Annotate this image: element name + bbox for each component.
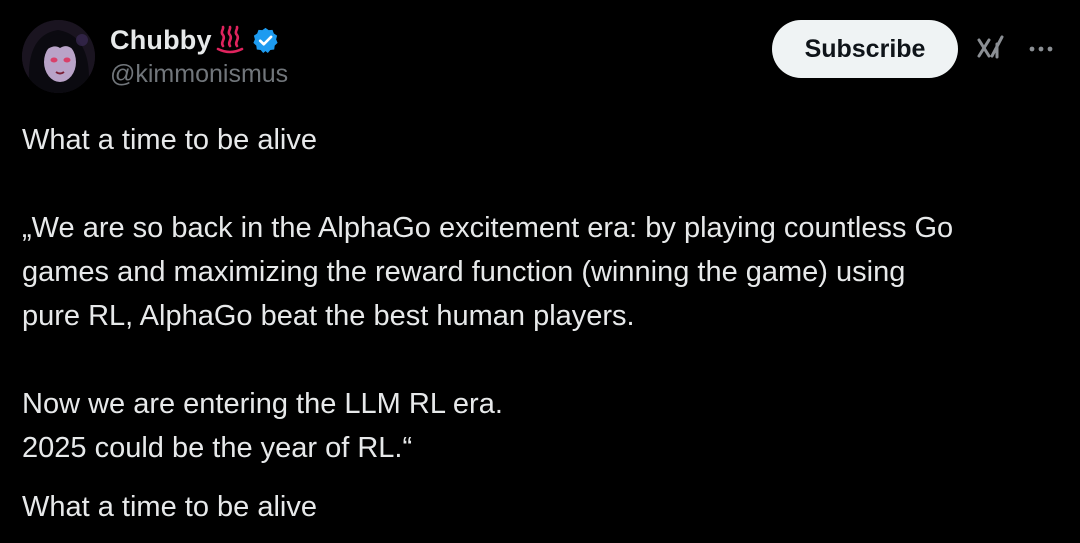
display-name[interactable]: Chubby	[110, 25, 212, 56]
avatar[interactable]	[22, 20, 95, 93]
handle[interactable]: @kimmonismus	[110, 60, 288, 89]
subscribe-button[interactable]: Subscribe	[772, 20, 958, 78]
quote-line-3: pure RL, AlphaGo beat the best human pla…	[22, 300, 635, 332]
verified-badge-icon[interactable]	[251, 26, 280, 55]
tweet-line-1: What a time to be alive	[22, 124, 317, 156]
author-block: Chubby @kimmonismus	[110, 22, 288, 89]
quote-line-4: Now we are entering the LLM RL era.	[22, 388, 503, 420]
quote-line-1: „We are so back in the AlphaGo excitemen…	[22, 212, 954, 244]
tweet-text: What a time to be alive „We are so back …	[22, 118, 1062, 470]
avatar-image	[22, 20, 95, 93]
grok-icon[interactable]	[975, 32, 1007, 64]
name-row: Chubby	[110, 22, 288, 58]
tweet-header: Chubby @kimmonismus Subscribe	[22, 20, 1062, 96]
tweet-line-last: What a time to be alive	[22, 491, 317, 523]
quote-line-2: games and maximizing the reward function…	[22, 256, 906, 288]
hot-springs-icon	[215, 25, 245, 55]
more-icon[interactable]	[1025, 33, 1057, 65]
quote-line-5: 2025 could be the year of RL.“	[22, 432, 413, 464]
